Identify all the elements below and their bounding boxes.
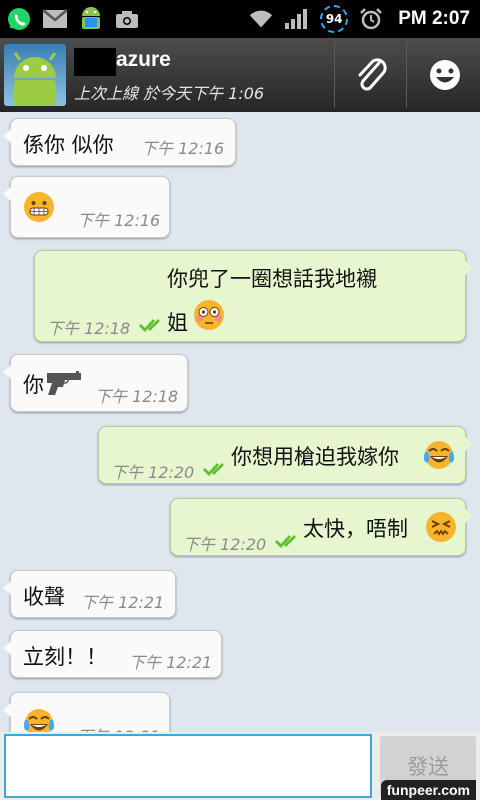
signal-icon [284, 6, 310, 32]
read-ticks-icon [139, 319, 160, 333]
message-time: 下午 12:16 [77, 211, 161, 230]
incoming-message[interactable]: 係你 似你 下午 12:16 [3, 118, 236, 166]
alarm-icon [358, 6, 384, 32]
avatar[interactable] [4, 44, 66, 106]
outgoing-message[interactable]: 下午 12:20 你想用槍迫我嫁你 [98, 426, 473, 484]
message-time: 下午 12:21 [81, 593, 165, 612]
confounded-emoji [426, 512, 456, 542]
message-input[interactable] [4, 734, 372, 798]
emoji-button[interactable] [410, 38, 480, 112]
chat-header: azure 上次上線 於今天下午 1:06 [0, 38, 480, 112]
message-time: 下午 12:21 [77, 723, 160, 732]
last-seen: 上次上線 於今天下午 1:06 [74, 84, 265, 103]
message-text: 你兜了一圈想話我地襯 [167, 267, 377, 291]
divider [406, 42, 407, 108]
android-icon [78, 6, 104, 32]
message-text: 太快，唔制 [303, 517, 408, 541]
message-time: 下午 12:16 [141, 139, 225, 158]
pistol-emoji [47, 371, 81, 395]
status-bar: 94 PM 2:07 [0, 0, 480, 38]
attach-button[interactable] [336, 38, 406, 112]
contact-name[interactable]: azure [116, 48, 171, 72]
read-ticks-icon [275, 535, 296, 549]
whatsapp-icon [6, 6, 32, 32]
name-redaction [74, 48, 116, 76]
incoming-message[interactable]: 下午 12:16 [3, 176, 170, 238]
incoming-message[interactable]: 立刻！！ 下午 12:21 [3, 630, 222, 678]
flushed-emoji [194, 300, 224, 330]
read-ticks-icon [203, 463, 224, 477]
wifi-icon [248, 6, 274, 32]
camera-icon [114, 6, 140, 32]
message-time: 下午 12:21 [129, 653, 213, 672]
incoming-message[interactable]: 收聲 下午 12:21 [3, 570, 176, 618]
smiley-icon [430, 60, 460, 90]
incoming-message[interactable]: 下午 12:21 [3, 692, 170, 732]
gmail-icon [42, 6, 68, 32]
message-time: 下午 12:18 [47, 319, 131, 338]
message-time: 下午 12:18 [95, 387, 179, 406]
battery-icon: 94 [320, 5, 349, 33]
message-text: 係你 似你 [23, 133, 114, 157]
chat-list[interactable]: 係你 似你 下午 12:16 下午 12:16 你兜了一圈想話我地襯 下午 12… [0, 112, 480, 732]
divider [334, 42, 335, 108]
message-text: 立刻！！ [23, 645, 107, 669]
message-text: 你想用槍迫我嫁你 [231, 445, 399, 469]
grin-emoji [24, 192, 54, 222]
tears-of-joy-emoji [423, 441, 455, 469]
message-time: 下午 12:20 [111, 463, 195, 482]
tears-of-joy-emoji [23, 709, 55, 732]
incoming-message[interactable]: 你 下午 12:18 [3, 354, 188, 412]
clock: PM 2:07 [398, 8, 470, 29]
message-time: 下午 12:20 [183, 535, 267, 554]
watermark: funpeer.com [380, 780, 476, 800]
message-text: 收聲 [23, 585, 65, 609]
outgoing-message[interactable]: 下午 12:20 太快，唔制 [170, 498, 473, 556]
message-text: 你 [23, 373, 44, 397]
message-text: 姐 [167, 311, 188, 335]
paperclip-icon [358, 58, 387, 91]
outgoing-message[interactable]: 你兜了一圈想話我地襯 下午 12:18 姐 [34, 250, 473, 342]
